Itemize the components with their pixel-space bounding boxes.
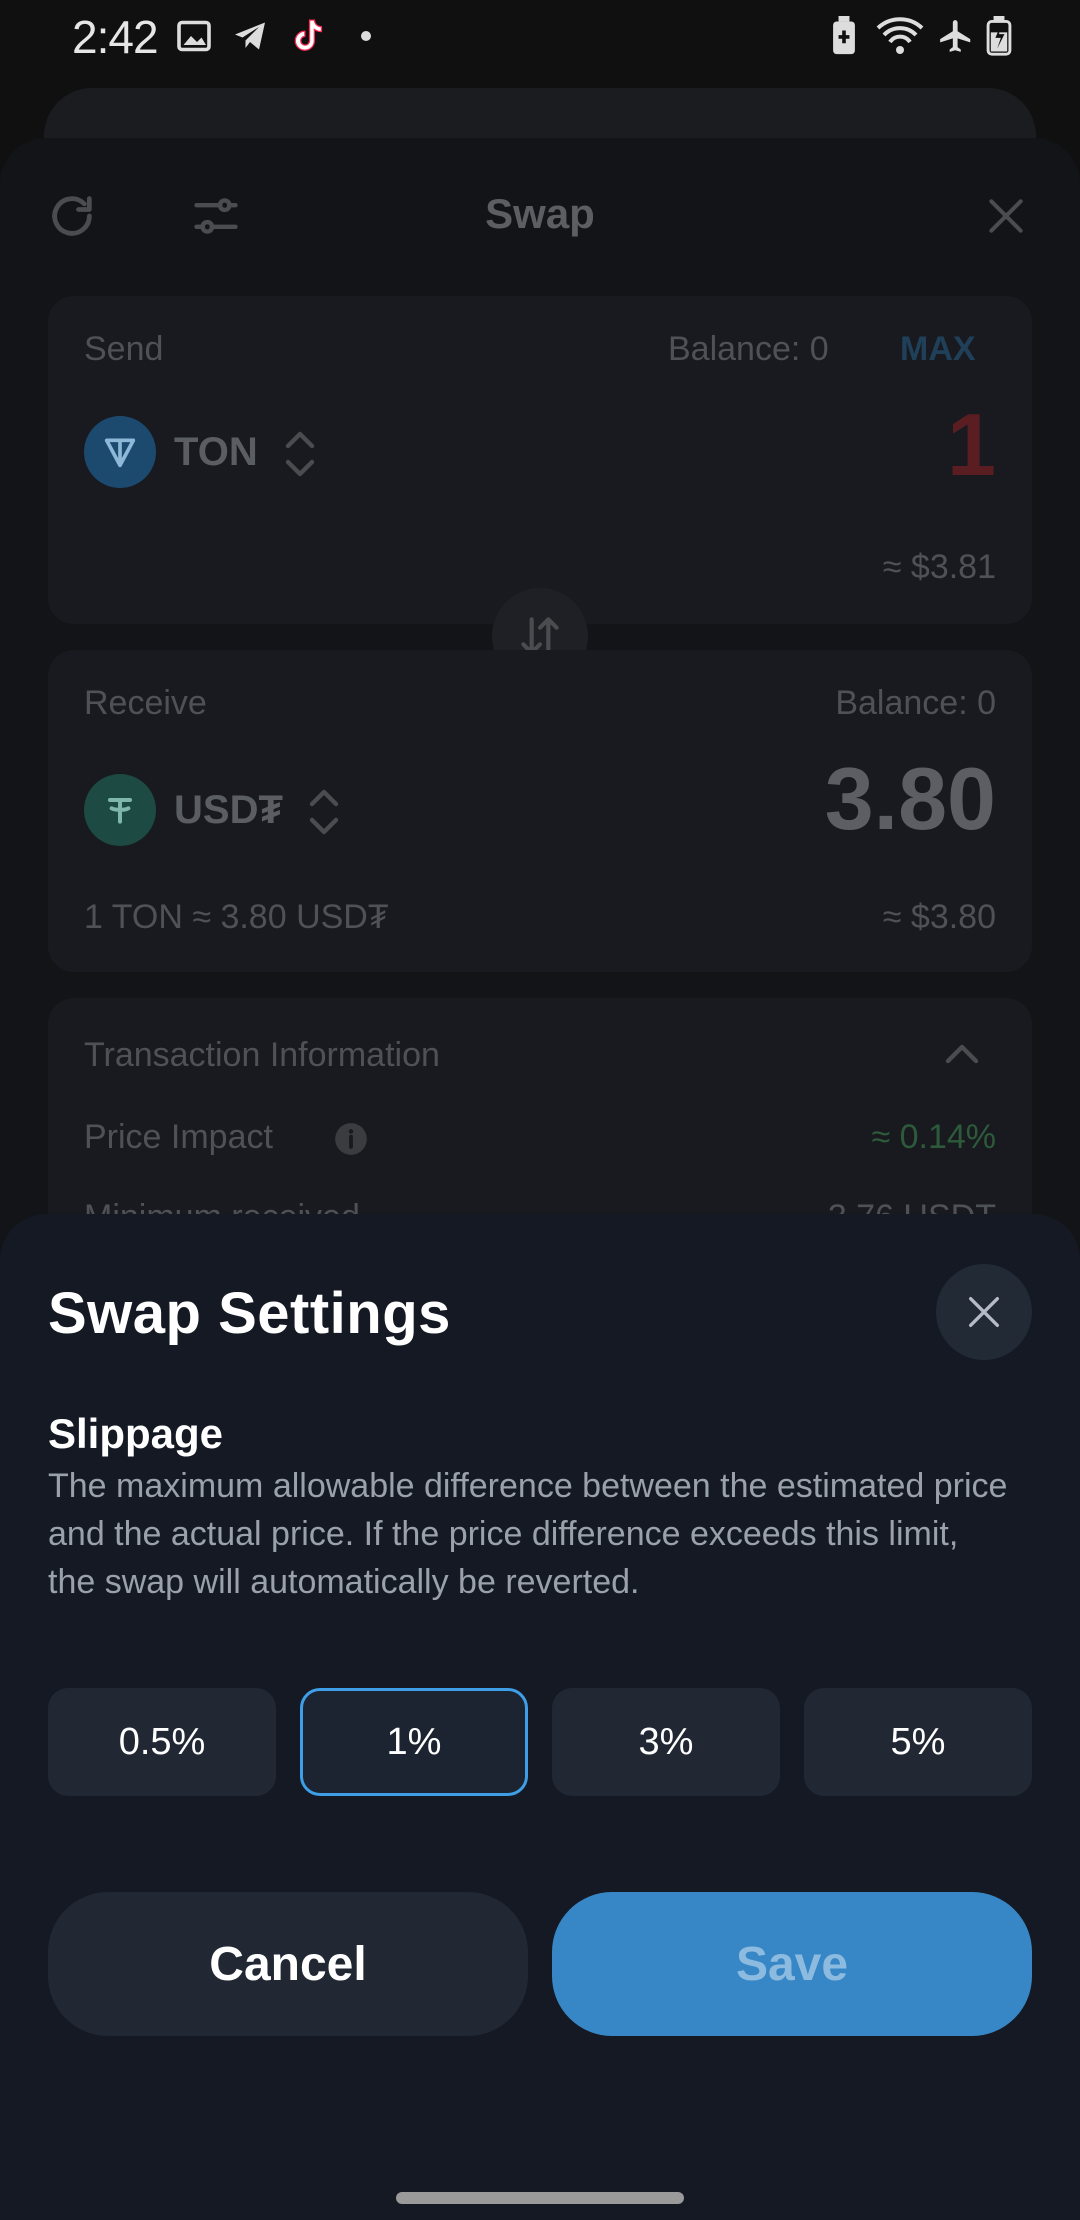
swap-title: Swap	[485, 190, 595, 237]
slippage-option-0-5[interactable]: 0.5%	[48, 1688, 276, 1796]
chevron-up-down-icon[interactable]	[280, 428, 320, 480]
price-impact-label: Price Impact	[84, 1118, 273, 1156]
close-button[interactable]	[936, 1264, 1032, 1360]
ton-token-icon	[84, 416, 156, 488]
slippage-option-5[interactable]: 5%	[804, 1688, 1032, 1796]
receive-token-name[interactable]: USD₮	[174, 788, 283, 833]
swap-screen: Swap Send Balance: 0 MAX TON 1 ≈ $3.81 R…	[0, 138, 1080, 1358]
image-icon	[174, 14, 214, 58]
max-button[interactable]: MAX	[900, 330, 976, 369]
receive-usd-value: ≈ $3.80	[882, 898, 996, 936]
status-bar: 2:42	[0, 0, 1080, 72]
info-icon[interactable]	[332, 1120, 370, 1158]
slippage-option-1[interactable]: 1%	[300, 1688, 528, 1796]
swap-settings-sheet: Swap Settings Slippage The maximum allow…	[0, 1214, 1080, 2220]
receive-label: Receive	[84, 684, 207, 722]
receive-balance: Balance: 0	[835, 684, 996, 722]
status-time: 2:42	[72, 11, 159, 63]
exchange-rate: 1 TON ≈ 3.80 USD₮	[84, 898, 389, 936]
price-impact-value: ≈ 0.14%	[871, 1118, 996, 1156]
send-token-name[interactable]: TON	[174, 430, 258, 475]
slippage-options: 0.5% 1% 3% 5%	[48, 1688, 1032, 1796]
battery-saver-icon	[826, 14, 862, 58]
close-icon[interactable]	[984, 194, 1028, 238]
receive-panel: Receive Balance: 0 USD₮ 3.80 1 TON ≈ 3.8…	[48, 650, 1032, 972]
usdt-token-icon	[84, 774, 156, 846]
chevron-up-icon[interactable]	[942, 1038, 982, 1068]
telegram-icon	[228, 14, 272, 58]
dot-icon	[356, 14, 376, 58]
tiktok-icon	[286, 14, 330, 58]
battery-charging-icon	[982, 14, 1016, 58]
send-balance: Balance: 0	[668, 330, 829, 368]
chevron-up-down-icon[interactable]	[304, 786, 344, 838]
send-panel: Send Balance: 0 MAX TON 1 ≈ $3.81	[48, 296, 1032, 624]
send-label: Send	[84, 330, 164, 368]
sheet-title: Swap Settings	[48, 1281, 451, 1346]
slippage-description: The maximum allowable difference between…	[48, 1467, 1008, 1601]
save-button[interactable]: Save	[552, 1892, 1032, 2036]
action-buttons: Cancel Save	[48, 1892, 1032, 2036]
send-usd-value: ≈ $3.81	[882, 548, 996, 586]
slippage-title: Slippage	[48, 1410, 224, 1457]
home-indicator[interactable]	[396, 2192, 684, 2204]
transaction-info-title: Transaction Information	[84, 1036, 440, 1074]
send-amount[interactable]: 1	[947, 394, 996, 496]
cancel-button[interactable]: Cancel	[48, 1892, 528, 2036]
close-icon	[969, 1297, 999, 1327]
receive-amount: 3.80	[824, 749, 996, 848]
swap-header: Swap	[0, 138, 1080, 298]
airplane-icon	[934, 14, 978, 58]
slippage-option-3[interactable]: 3%	[552, 1688, 780, 1796]
wifi-icon	[874, 14, 926, 58]
